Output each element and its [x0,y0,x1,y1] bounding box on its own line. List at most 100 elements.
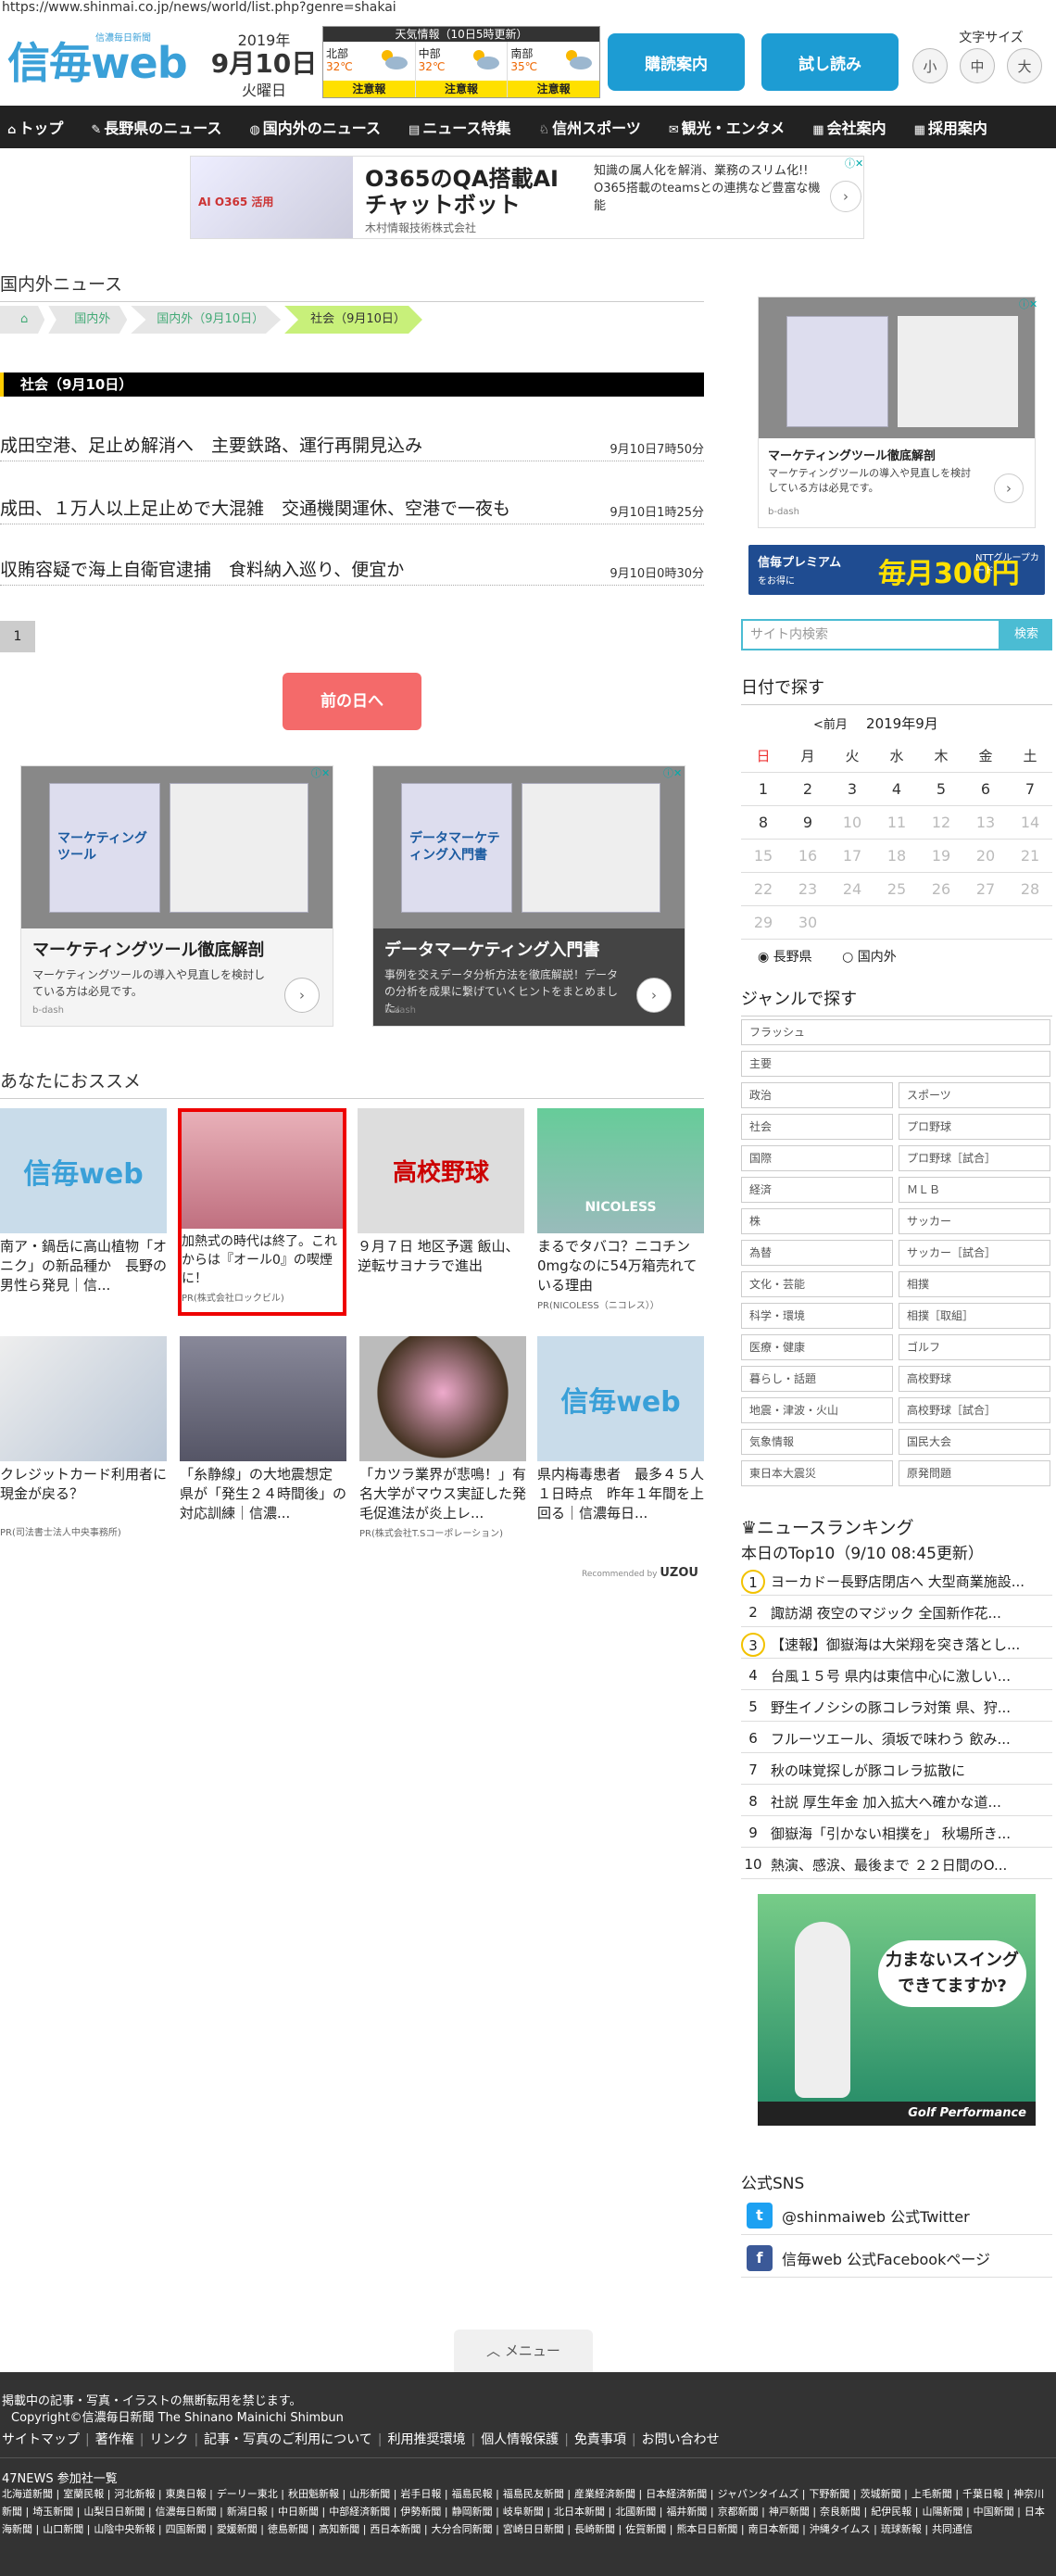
news-partner-link[interactable]: 河北新報 | [114,2488,161,2500]
premium-banner[interactable]: 信毎プレミアム をお得に 毎月300円 NTTグループカード [748,545,1045,595]
ranking-item[interactable]: 9 御嶽海「引かない相撲を」 秋場所き... [741,1820,1052,1848]
footer-link[interactable]: 免責事項 [574,2432,626,2447]
article-title[interactable]: 成田、１万人以上足止めで大混雑 交通機関運休、空港で一夜も [0,495,510,520]
news-partner-link[interactable]: 徳島新聞 | [268,2523,315,2535]
calendar-prev-month[interactable]: <前月 [813,718,848,732]
recommend-item[interactable]: 信毎web 県内梅毒患者 最多４５人 １日時点 昨年１年間を上回る｜信濃毎日..… [537,1336,704,1523]
recommended-by[interactable]: Recommended by UZOU [582,1566,698,1580]
ad-info-icon[interactable]: ⓘ✕ [663,765,682,780]
radio-nagano[interactable]: ◉ 長野県 [758,950,825,965]
news-partner-link[interactable]: 山形新聞 | [349,2488,396,2500]
news-partner-link[interactable]: 福島民報 | [452,2488,499,2500]
news-partner-link[interactable]: 北日本新聞 | [554,2506,611,2518]
genre-item[interactable]: 相撲 [899,1271,1050,1297]
news-partner-link[interactable]: 岩手日報 | [400,2488,447,2500]
ranking-title-link[interactable]: 社説 厚生年金 加入拡大へ確かな道... [771,1792,1049,1812]
ranking-title-link[interactable]: フルーツエール、須坂で味わう 飲み... [771,1729,1049,1749]
font-size-large-button[interactable]: 大 [1007,48,1042,83]
article-item[interactable]: 収賄容疑で海上自衛官逮捕 食料納入巡り、便宜か 9月10日0時30分 [0,556,704,586]
ranking-item[interactable]: 8 社説 厚生年金 加入拡大へ確かな道... [741,1788,1052,1816]
site-logo[interactable]: 信濃毎日新聞 信毎web [7,26,197,88]
top-ad-banner[interactable]: AI O365 活用 O365のQA搭載AI チャットボット 木村情報技術株式会社… [190,156,864,239]
genre-item[interactable]: 相撲［取組］ [899,1303,1050,1329]
ranking-title-link[interactable]: 野生イノシシの豚コレラ対策 県、狩... [771,1698,1049,1717]
font-size-medium-button[interactable]: 中 [960,48,995,83]
ad-info-icon[interactable]: ⓘ✕ [1019,297,1037,311]
footer-link[interactable]: 記事・写真のご利用について [204,2432,372,2447]
news-partner-link[interactable]: デーリー東北 | [217,2488,284,2500]
page-number[interactable]: 1 [0,621,35,652]
news-partner-link[interactable]: 信濃毎日新聞 | [156,2506,223,2518]
news-partner-link[interactable]: 中部経済新聞 | [329,2506,396,2518]
ranking-title-link[interactable]: 台風１５号 県内は東信中心に激しい... [771,1666,1049,1686]
ranking-title-link[interactable]: 諏訪湖 夜空のマジック 全国新作花... [771,1603,1049,1623]
chevron-right-icon[interactable]: › [994,474,1024,503]
nav-top[interactable]: ⌂ トップ [0,116,63,138]
news-partner-link[interactable]: 宮崎日日新聞 | [503,2523,571,2535]
calendar-day[interactable]: 5 [919,773,963,805]
recommend-item[interactable]: 「カツラ業界が悲鳴！」有名大学がマウス実証した発毛促進法が炎上レ... PR(株… [359,1336,526,1539]
radio-domestic[interactable]: ○ 国内外 [842,950,910,965]
news-partner-link[interactable]: 東奥日報 | [166,2488,213,2500]
trial-read-button[interactable]: 試し読み [761,33,899,91]
genre-item[interactable]: ゴルフ [899,1334,1050,1360]
news-partner-link[interactable]: 中日新聞 | [278,2506,325,2518]
news-partner-link[interactable]: 産業経済新聞 | [574,2488,642,2500]
ranking-title-link[interactable]: 熱演、感涙、最後まで ２２日間のO... [771,1855,1049,1875]
nav-company[interactable]: ▦ 会社案内 [805,116,886,138]
ad-info-icon[interactable]: ⓘ✕ [311,765,330,780]
ranking-item[interactable]: 7 秋の味覚探しが豚コレラ拡散に [741,1757,1052,1785]
footer-link[interactable]: お問い合わせ [642,2432,720,2447]
chevron-right-icon[interactable]: › [636,978,672,1013]
news-partner-link[interactable]: ジャパンタイムズ | [717,2488,805,2500]
genre-item[interactable]: 地震・津波・火山 [741,1397,893,1423]
ranking-title-link[interactable]: 【速報】御嶽海は大栄翔を突き落とし... [771,1635,1049,1654]
news-partner-link[interactable]: 山梨日日新聞 | [83,2506,151,2518]
article-title[interactable]: 成田空港、足止め解消へ 主要鉄路、運行再開見込み [0,432,422,457]
footer-link[interactable]: 利用推奨環境 [387,2432,465,2447]
ranking-title-link[interactable]: ヨーカドー長野店閉店へ 大型商業施設... [771,1572,1049,1591]
ranking-item[interactable]: 4 台風１５号 県内は東信中心に激しい... [741,1662,1052,1690]
font-size-small-button[interactable]: 小 [912,48,948,83]
prev-day-button[interactable]: 前の日へ [283,673,421,730]
news-partner-link[interactable]: 四国新聞 | [166,2523,213,2535]
article-item[interactable]: 成田、１万人以上足止めで大混雑 交通機関運休、空港で一夜も 9月10日1時25分 [0,495,704,524]
recommend-item[interactable]: 「糸静線」の大地震想定 県が「発生２４時間後」の対応訓練｜信濃... [180,1336,346,1523]
calendar-day[interactable]: 9 [786,806,830,839]
footer-link[interactable]: リンク [149,2432,188,2447]
ranking-item[interactable]: 3 【速報】御嶽海は大栄翔を突き落とし... [741,1631,1052,1659]
recommend-item[interactable]: NICOLESS まるでタバコ？ニコチン0mgなのに54万箱売れている理由 PR… [537,1108,704,1311]
calendar-day[interactable]: 1 [741,773,786,805]
news-partner-link[interactable]: 南日本新聞 | [748,2523,806,2535]
news-partner-link[interactable]: 山陽新聞 | [922,2506,969,2518]
ranking-item[interactable]: 6 フルーツエール、須坂で味わう 飲み... [741,1725,1052,1753]
news-partner-link[interactable]: 西日本新聞 | [370,2523,427,2535]
weather-widget[interactable]: 天気情報（10日5時更新） 北部 32℃ 注意報 中部 32℃ 注意報 南部 3… [322,26,600,98]
calendar-day[interactable]: 8 [741,806,786,839]
nav-sports[interactable]: ♘ 信州スポーツ [531,116,640,138]
golf-ad[interactable]: 力まないスイング できてますか? Golf Performance [758,1894,1036,2126]
news-partner-link[interactable]: 新潟日報 | [227,2506,274,2518]
ranking-item[interactable]: 1 ヨーカドー長野店閉店へ 大型商業施設... [741,1568,1052,1596]
genre-item[interactable]: 社会 [741,1114,893,1140]
chevron-right-icon[interactable]: › [830,181,861,212]
footer-menu-button[interactable]: ︿ メニュー [454,2330,593,2372]
news-partner-link[interactable]: 秋田魁新報 | [288,2488,346,2500]
sns-twitter[interactable]: t @shinmaiweb 公式Twitter [741,2196,1052,2235]
news-partner-link[interactable]: 上毛新聞 | [911,2488,959,2500]
calendar-day[interactable]: 7 [1008,773,1052,805]
genre-item[interactable]: 政治 [741,1082,893,1108]
news-partner-link[interactable]: 紀伊民報 | [871,2506,918,2518]
news-partner-link[interactable]: 京都新聞 | [718,2506,765,2518]
footer-link[interactable]: サイトマップ [2,2432,80,2447]
genre-item[interactable]: 主要 [741,1051,1050,1077]
chevron-right-icon[interactable]: › [284,978,320,1013]
genre-item[interactable]: 国際 [741,1145,893,1171]
calendar-day[interactable]: 6 [963,773,1008,805]
ad-card[interactable]: データマーケティング入門書 データマーケティング入門書 事例を交えデータ分析方法… [372,765,685,1027]
genre-item[interactable]: プロ野球［試合］ [899,1145,1050,1171]
nav-world-news[interactable]: ◍ 国内外のニュース [242,116,381,138]
ad-info-icon[interactable]: ⓘ✕ [845,156,863,170]
news-partner-link[interactable]: 熊本日日新聞 | [676,2523,744,2535]
article-title[interactable]: 収賄容疑で海上自衛官逮捕 食料納入巡り、便宜か [0,556,404,581]
